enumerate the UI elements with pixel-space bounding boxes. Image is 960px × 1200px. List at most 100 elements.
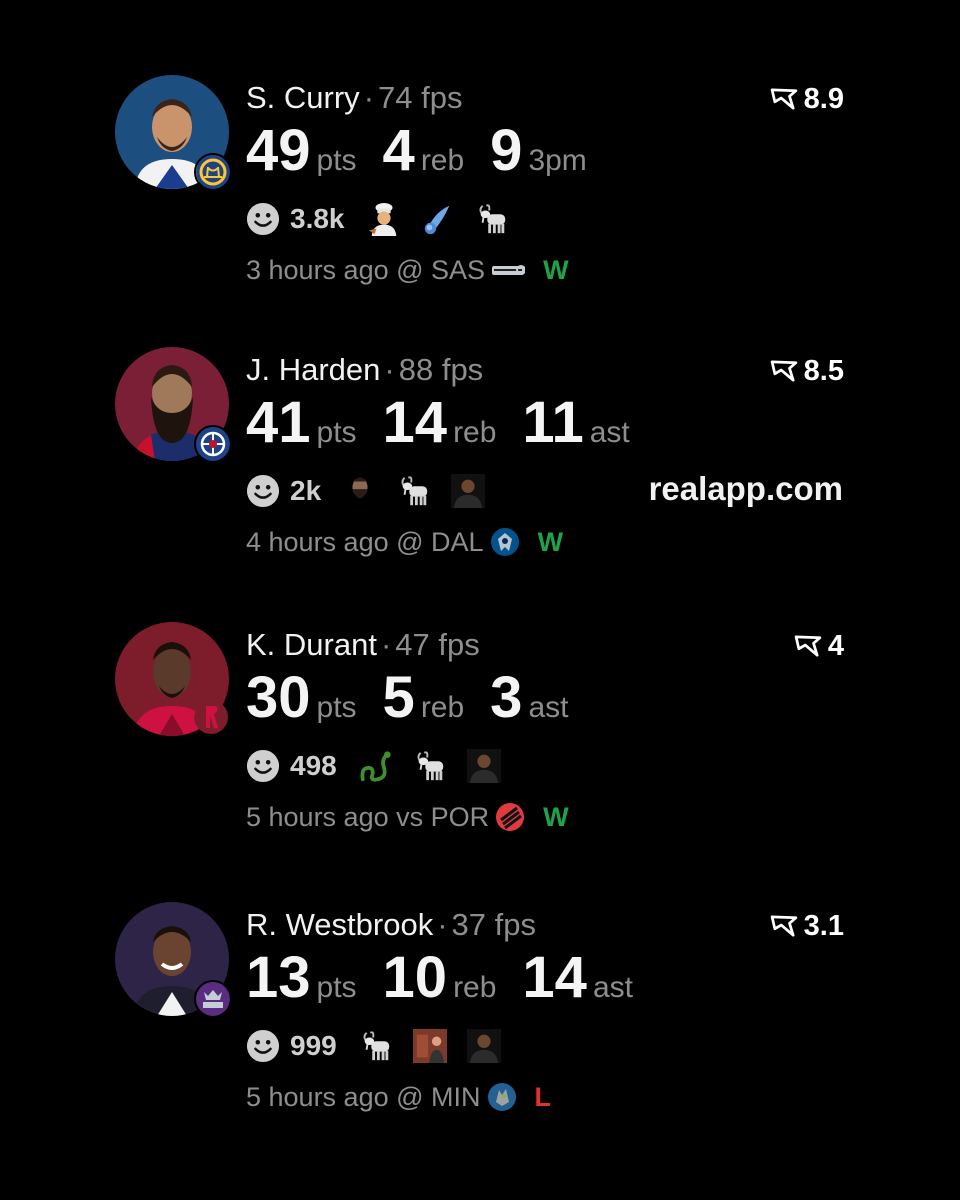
rating: 4	[794, 628, 844, 664]
goat-emoji-icon[interactable]	[359, 1028, 393, 1064]
stat-unit: ast	[528, 691, 569, 724]
stat-rebounds: 4 reb	[383, 119, 465, 183]
stat-unit: reb	[453, 971, 497, 1004]
real-logo-icon	[770, 88, 798, 110]
stat-value: 41	[246, 390, 311, 455]
stat-points: 13 pts	[246, 946, 357, 1010]
stat-value: 11	[522, 390, 584, 455]
smile-reaction-icon[interactable]	[246, 474, 280, 508]
player-photo-icon[interactable]	[467, 748, 501, 784]
name-line: R. Westbrook · 37 fps	[246, 906, 536, 944]
player-photo-icon[interactable]	[451, 473, 485, 509]
stat-line: 30 pts 5 reb 3 ast	[246, 666, 594, 742]
stat-unit: pts	[316, 144, 357, 177]
stat-value: 14	[522, 945, 587, 1010]
stat-rebounds: 5 reb	[383, 666, 465, 730]
stat-points: 49 pts	[246, 119, 357, 183]
player-card[interactable]: S. Curry · 74 fps 8.9 49 pts 4 reb 9 3pm 3.8k…	[0, 75, 960, 295]
stat-unit: reb	[453, 416, 497, 449]
reaction-count[interactable]: 999	[290, 1030, 337, 1062]
game-time: 5 hours ago	[246, 802, 389, 832]
rating: 3.1	[770, 908, 844, 944]
rating: 8.5	[770, 353, 844, 389]
warriors-logo-icon	[194, 153, 232, 191]
spurs-logo-icon	[492, 265, 526, 275]
stat-unit: pts	[316, 416, 357, 449]
stat-value: 13	[246, 945, 311, 1010]
separator-dot: ·	[437, 907, 448, 942]
stat-unit: reb	[420, 691, 465, 724]
rating-value: 8.9	[803, 83, 844, 115]
stat-value: 14	[382, 390, 448, 455]
smile-reaction-icon[interactable]	[246, 749, 280, 783]
reaction-count[interactable]: 2k	[290, 475, 321, 507]
game-result: W	[537, 527, 564, 557]
fps-count: 47 fps	[395, 627, 480, 662]
stat-points: 30 pts	[246, 666, 357, 730]
stat-value: 4	[382, 118, 415, 183]
reaction-bar: 3.8k	[246, 197, 529, 241]
stat-rebounds: 10 reb	[383, 946, 497, 1010]
reaction-count[interactable]: 498	[290, 750, 337, 782]
stat-value: 30	[246, 665, 311, 730]
fps-count: 88 fps	[398, 352, 484, 387]
fps-count: 74 fps	[378, 80, 463, 115]
harden-face-icon[interactable]	[343, 473, 377, 509]
player-name[interactable]: K. Durant	[246, 627, 377, 662]
stat-value: 49	[246, 118, 311, 183]
reaction-count[interactable]: 3.8k	[290, 203, 345, 235]
game-location: @ MIN	[396, 1082, 481, 1112]
game-time: 5 hours ago	[246, 1082, 389, 1112]
watermark: realapp.com	[648, 470, 843, 507]
game-info[interactable]: 4 hours ago @ DAL W	[246, 525, 563, 559]
separator-dot: ·	[363, 80, 375, 115]
game-location: vs POR	[396, 802, 490, 832]
smile-reaction-icon[interactable]	[246, 202, 280, 236]
comet-emoji-icon[interactable]	[421, 201, 455, 237]
goat-emoji-icon[interactable]	[475, 201, 509, 237]
stat-line: 13 pts 10 reb 14 ast	[246, 946, 659, 1022]
rating-value: 8.5	[803, 355, 844, 387]
snake-icon[interactable]	[359, 748, 393, 784]
player-name[interactable]: S. Curry	[246, 80, 360, 115]
game-result: W	[543, 255, 569, 285]
stat-value: 10	[382, 945, 448, 1010]
rating: 8.9	[770, 81, 844, 117]
mavericks-logo-icon	[490, 528, 519, 556]
real-logo-icon	[770, 360, 798, 382]
separator-dot: ·	[384, 352, 395, 387]
kings-logo-icon	[194, 980, 232, 1018]
stat-assists: 14 ast	[522, 946, 633, 1010]
rockets-logo-icon	[194, 700, 232, 738]
player-name[interactable]: J. Harden	[246, 352, 380, 387]
photo-thumbnail-icon[interactable]	[413, 1028, 447, 1064]
stat-unit: ast	[589, 416, 630, 449]
player-card[interactable]: J. Harden · 88 fps 8.5 41 pts 14 reb 11 ast 2…	[0, 347, 960, 567]
stat-line: 49 pts 4 reb 9 3pm	[246, 119, 613, 195]
stat-assists: 3 ast	[490, 666, 568, 730]
player-name[interactable]: R. Westbrook	[246, 907, 433, 942]
stat-value: 3	[490, 665, 523, 730]
rating-value: 4	[827, 630, 844, 662]
game-location: @ DAL	[396, 527, 484, 557]
game-result: L	[534, 1082, 552, 1112]
clippers-logo-icon	[194, 425, 232, 463]
rating-value: 3.1	[803, 910, 844, 942]
reaction-bar: 2k	[246, 469, 505, 513]
separator-dot: ·	[380, 627, 392, 662]
goat-emoji-icon[interactable]	[397, 473, 431, 509]
stat-assists: 11 ast	[522, 391, 629, 455]
game-info[interactable]: 3 hours ago @ SAS W	[246, 253, 569, 287]
game-time: 4 hours ago	[246, 527, 389, 557]
game-info[interactable]: 5 hours ago @ MIN L	[246, 1080, 551, 1114]
game-info[interactable]: 5 hours ago vs POR W	[246, 800, 569, 834]
smile-reaction-icon[interactable]	[246, 1029, 280, 1063]
fps-count: 37 fps	[451, 907, 536, 942]
chef-emoji-icon[interactable]	[367, 201, 401, 237]
player-card[interactable]: R. Westbrook · 37 fps 3.1 13 pts 10 reb 14 as…	[0, 902, 960, 1122]
game-location: @ SAS	[396, 255, 486, 285]
player-photo-icon[interactable]	[467, 1028, 501, 1064]
timberwolves-logo-icon	[487, 1083, 516, 1111]
player-card[interactable]: K. Durant · 47 fps 4 30 pts 5 reb 3 ast 498 5…	[0, 622, 960, 842]
goat-emoji-icon[interactable]	[413, 748, 447, 784]
